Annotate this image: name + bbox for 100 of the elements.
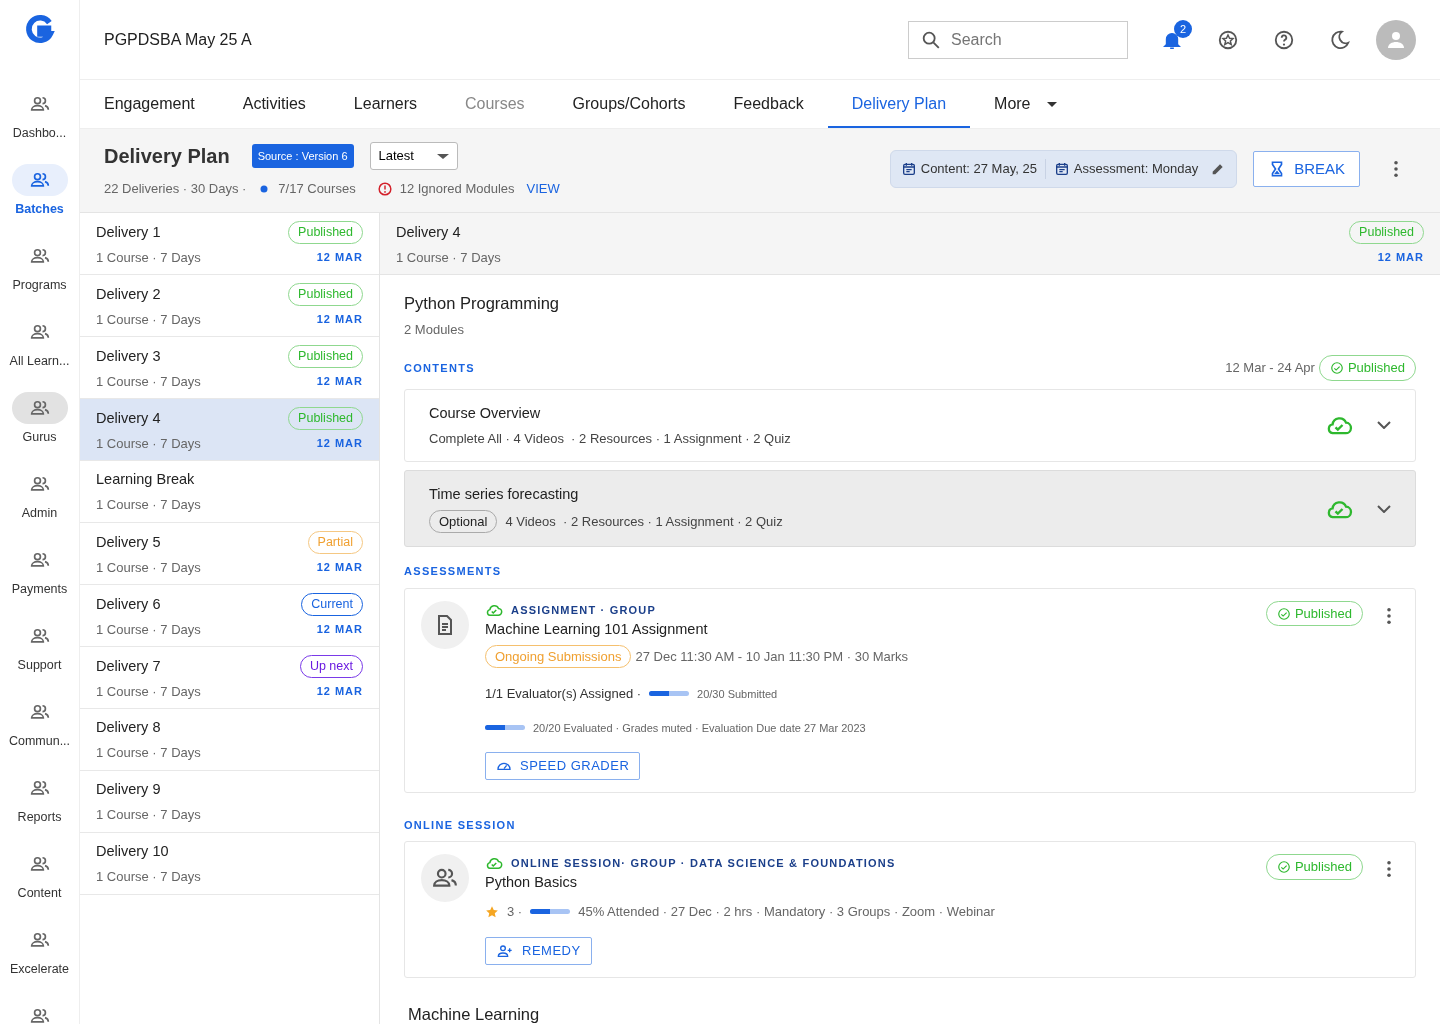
people-icon (29, 778, 50, 798)
nav-label: Support (17, 657, 62, 674)
nav-label: Batches (15, 201, 64, 218)
submitted-text: 20/30 Submitted (697, 686, 778, 702)
delivery-item[interactable]: Learning Break 1 Course · 7 Days (80, 461, 379, 523)
nav-label: Programs (12, 277, 67, 294)
delivery-date: 12 MAR (1377, 250, 1424, 266)
delivery-title: Delivery 4 (396, 222, 461, 242)
calendar-icon (900, 161, 917, 177)
nav-item[interactable] (11, 164, 68, 196)
nav-item[interactable] (11, 392, 68, 424)
tab[interactable]: Groups/Cohorts (572, 80, 710, 128)
delivery-item[interactable]: Delivery 1 Published 1 Course · 7 Days 12 MAR (80, 213, 379, 275)
people-icon (29, 626, 50, 646)
nav-label: All Learn... (9, 353, 70, 370)
tab[interactable]: Engagement (104, 80, 219, 128)
course-title: Python Programming (404, 293, 560, 314)
module-title: Course Overview (429, 403, 542, 423)
module-title: Time series forecasting (429, 485, 580, 504)
delivery-item[interactable]: Delivery 5 Partial 1 Course · 7 Days 12 MAR (80, 523, 379, 585)
people-icon (29, 930, 50, 950)
module-card[interactable]: Course Overview Complete All · 4 Videos · 2 Resources · 1 Assignment · 2 Quiz (404, 388, 1416, 462)
delivery-item[interactable]: Delivery 9 1 Course · 7 Days (80, 771, 379, 833)
nav-label: Admin (21, 505, 58, 522)
search-field[interactable]: Search (908, 20, 1128, 59)
section-heading: ONLINE SESSION (404, 817, 517, 833)
notifications-button[interactable]: 2 (1152, 19, 1192, 60)
item-type: ONLINE SESSION· GROUP · DATA SCIENCE & FOUNDATIONS (511, 855, 896, 871)
kebab-icon (1394, 161, 1398, 177)
people-icon (29, 94, 50, 114)
tab[interactable]: Learners (353, 80, 441, 128)
summary-text: 22 Deliveries · 30 Days · (104, 180, 247, 198)
tab[interactable]: More (994, 80, 1081, 128)
schedule-chip[interactable]: Content: 27 May, 25 Assessment: Monday (889, 150, 1238, 188)
break-button[interactable]: BREAK (1253, 150, 1360, 188)
source-badge: Source : Version 6 (251, 143, 354, 169)
check-circle-icon (1329, 361, 1344, 375)
course-title: Machine Learning (407, 1003, 541, 1024)
star-badge-icon (1217, 28, 1239, 51)
calendar-icon (1053, 161, 1070, 177)
delivery-item[interactable]: Delivery 8 1 Course · 7 Days (80, 709, 379, 771)
section-heading: ASSESSMENTS (404, 564, 503, 580)
help-icon (1273, 28, 1295, 51)
people-icon (29, 398, 50, 418)
nav-label: Content (17, 885, 62, 902)
kebab-icon (1387, 861, 1391, 878)
delivery-item[interactable]: Delivery 7 Up next 1 Course · 7 Days 12 MAR (80, 647, 379, 709)
nav-label: Excelerate (9, 961, 70, 978)
check-circle-icon (1276, 606, 1291, 621)
tab[interactable]: Feedback (733, 80, 828, 128)
nav-label: Gurus (22, 429, 57, 446)
item-title: Python Basics (485, 873, 578, 892)
delivery-item[interactable]: Delivery 10 1 Course · 7 Days (80, 833, 379, 895)
item-type: ASSIGNMENT · GROUP (511, 602, 657, 618)
evaluation-text: 20/20 Evaluated · Grades muted · Evaluation Due date 27 Mar 2023 (533, 720, 866, 736)
speed-grader-button[interactable]: SPEED GRADER (485, 752, 641, 780)
people-icon (29, 854, 50, 874)
schedule-text: 27 Dec 11:30 AM - 10 Jan 11:30 PM · 30 Marks (635, 647, 909, 666)
people-icon (29, 550, 50, 570)
version-dropdown[interactable]: Latest (369, 142, 458, 170)
people-icon (29, 322, 50, 342)
kebab-icon (1387, 608, 1391, 625)
view-link[interactable]: VIEW (526, 179, 560, 199)
evaluators-text: 1/1 Evaluator(s) Assigned · (485, 685, 642, 703)
course-meta: 2 Modules (404, 320, 465, 339)
caret-icon (436, 153, 449, 159)
rating-text: 3 · (507, 902, 523, 921)
remedy-button[interactable]: REMEDY (485, 937, 592, 965)
ignored-modules: 12 Ignored Modules (399, 180, 515, 198)
module-meta: 4 Videos · 2 Resources · 1 Assignment · 2 Quiz (505, 512, 783, 531)
people-icon (29, 702, 50, 722)
tab[interactable]: Activities (242, 80, 330, 128)
module-meta: Complete All · 4 Videos · 2 Resources · 1 Assignment · 2 Quiz (429, 429, 791, 448)
delivery-item[interactable]: Delivery 6 Current 1 Course · 7 Days 12 MAR (80, 585, 379, 647)
people-icon (29, 170, 50, 190)
page-title: PGPDSBA May 25 A (104, 29, 253, 50)
chevron-icon (1377, 421, 1391, 430)
nav-label: Commun... (8, 733, 71, 750)
people-icon (29, 246, 50, 266)
delivery-item[interactable]: Delivery 2 Published 1 Course · 7 Days 12 MAR (80, 275, 379, 337)
nav-label: Reports (17, 809, 62, 826)
star-icon (485, 904, 499, 919)
notification-count: 2 (1174, 19, 1192, 38)
delivery-meta: 1 Course · 7 Days (396, 248, 501, 267)
item-title: Machine Learning 101 Assignment (485, 619, 709, 639)
delivery-item[interactable]: Delivery 4 Published 1 Course · 7 Days 12 MAR (80, 399, 379, 461)
content-date: Content: 27 May, 25 (920, 160, 1037, 179)
date-range: 12 Mar - 24 Apr (1225, 359, 1315, 378)
module-card[interactable]: Time series forecasting Optional 4 Videos · 2 Resources · 1 Assignment · 2 Quiz (404, 470, 1416, 548)
moon-icon (1329, 28, 1351, 51)
check-circle-icon (1276, 859, 1291, 874)
section-title: Delivery Plan (104, 144, 230, 169)
assessment-day: Assessment: Monday (1073, 159, 1199, 179)
caret-icon (1046, 102, 1057, 108)
courses-count: 7/17 Courses (278, 180, 356, 198)
people-icon (29, 474, 50, 494)
session-details: 45% Attended · 27 Dec · 2 hrs · Mandatory · 3 Groups · Zoom · Webinar (578, 902, 995, 921)
add-person-icon (496, 943, 514, 959)
nav-label: Dashbo... (12, 125, 67, 142)
nav-label: Payments (11, 581, 68, 598)
